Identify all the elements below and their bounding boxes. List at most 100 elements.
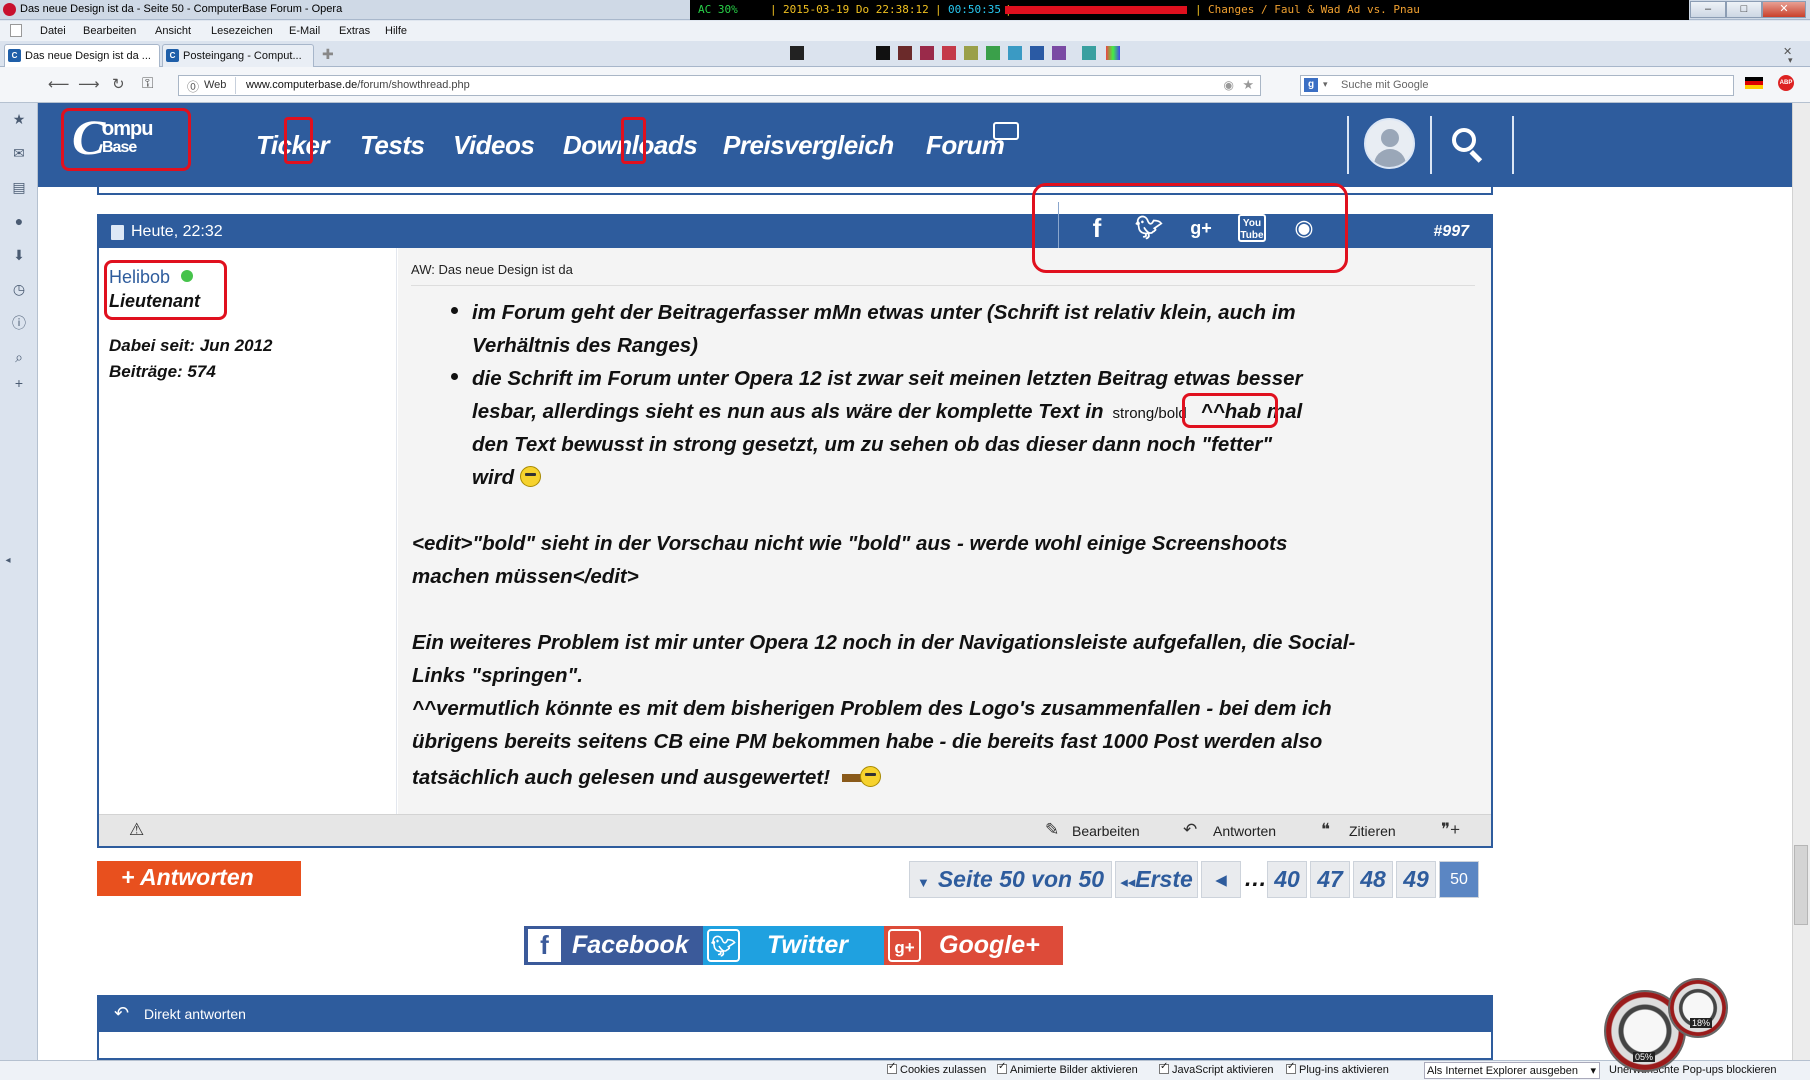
menu-datei[interactable]: Datei — [40, 25, 66, 37]
scrollbar-thumb[interactable] — [1794, 845, 1808, 925]
tab-list-icon[interactable]: ▾ — [1788, 55, 1793, 66]
tab-design-thread[interactable]: C Das neue Design ist da ... — [4, 44, 160, 67]
now-playing: Changes / Faul & Wad Ad vs. Pnau — [1208, 3, 1420, 16]
address-toolbar: ⟵ ⟶ ↻ ⚿ Web www.computerbase.de/forum/sh… — [0, 67, 1810, 103]
page-49[interactable]: 49 — [1396, 861, 1436, 898]
cookies-label: Cookies zulassen — [900, 1064, 987, 1076]
annotation-strong-bold — [1182, 393, 1278, 428]
notes-icon[interactable]: ▤ — [11, 179, 27, 195]
report-warning-icon[interactable]: ⚠ — [129, 820, 144, 840]
menu-hilfe[interactable]: Hilfe — [385, 25, 407, 37]
maximize-button[interactable]: □ — [1726, 1, 1762, 18]
post-text-line: im Forum geht der Beitragerfasser mMn et… — [472, 301, 1296, 324]
search-panel-icon[interactable]: ⌕ — [11, 349, 27, 365]
plugins-toggle[interactable]: Plug-ins aktivieren — [1286, 1061, 1389, 1076]
forum-bubble-icon — [993, 122, 1019, 140]
google-search-icon: g — [1304, 78, 1318, 92]
engine-dropdown-icon[interactable]: ▾ — [1323, 79, 1328, 90]
contacts-icon[interactable]: ● — [11, 213, 27, 229]
site-search-icon[interactable] — [1452, 128, 1486, 163]
menu-ansicht[interactable]: Ansicht — [155, 25, 191, 37]
forward-icon[interactable]: ⟶ — [78, 75, 100, 93]
reload-icon[interactable]: ↻ — [112, 75, 125, 93]
url-host: www.computerbase.de — [246, 79, 358, 91]
back-icon[interactable]: ⟵ — [48, 75, 70, 93]
checkbox[interactable] — [1159, 1061, 1169, 1074]
chevron-down-icon: ▾ — [1590, 1065, 1596, 1077]
checkbox[interactable] — [1286, 1061, 1296, 1074]
german-flag-icon[interactable] — [1745, 77, 1763, 89]
info-icon[interactable]: ⓘ — [11, 315, 27, 331]
user-avatar-icon[interactable] — [1364, 118, 1415, 169]
post-subject: AW: Das neue Design ist da — [411, 262, 573, 277]
page-50-current: 50 — [1439, 861, 1479, 898]
nav-videos[interactable]: Videos — [453, 130, 535, 161]
key-icon[interactable]: ⚿ — [142, 75, 153, 92]
javascript-toggle[interactable]: JavaScript aktivieren — [1159, 1061, 1274, 1076]
dropdown-arrow-icon: ▼ — [916, 875, 930, 890]
menu-email[interactable]: E-Mail — [289, 25, 320, 37]
adblock-icon[interactable]: ABP — [1778, 75, 1794, 91]
share-google-button[interactable]: g+ Google+ — [884, 926, 1063, 965]
menu-lesezeichen[interactable]: Lesezeichen — [211, 25, 273, 37]
web-badge: Web — [182, 77, 236, 95]
identify-as-select[interactable]: Als Internet Explorer ausgeben ▾ — [1424, 1062, 1600, 1079]
window-controls: – □ ✕ — [1690, 0, 1808, 20]
bullet-icon — [451, 307, 458, 314]
prev-page-button[interactable]: ◂ — [1201, 861, 1241, 898]
post-text-line: wird — [472, 461, 541, 494]
mail-icon[interactable]: ✉ — [11, 145, 27, 161]
header-divider — [1512, 116, 1514, 174]
history-icon[interactable]: ◷ — [11, 281, 27, 297]
nav-preisvergleich[interactable]: Preisvergleich — [723, 130, 894, 161]
url-path: /forum/showthread.php — [357, 79, 470, 91]
reply-button[interactable]: + Antworten — [97, 861, 301, 896]
post-text-fragment: lesbar, allerdings sieht es nun aus als … — [472, 400, 1104, 423]
reply-arrow-icon[interactable]: ↶ — [1183, 820, 1197, 840]
rss-feed-icon[interactable]: ◉ — [1224, 78, 1234, 92]
page-47[interactable]: 47 — [1310, 861, 1350, 898]
share-facebook-button[interactable]: f Facebook — [524, 926, 703, 965]
search-input[interactable]: g ▾ Suche mit Google — [1300, 75, 1734, 96]
post-document-icon — [111, 225, 124, 240]
page-40[interactable]: 40 — [1267, 861, 1307, 898]
page-jump-dropdown[interactable]: ▼ Seite 50 von 50 — [909, 861, 1112, 898]
checkbox[interactable] — [997, 1061, 1007, 1074]
quick-reply-header[interactable]: ↶ Direkt antworten — [99, 997, 1491, 1032]
panel-collapse-icon[interactable]: ◂ — [0, 553, 16, 569]
tab-label: Das neue Design ist da ... — [25, 50, 151, 62]
page-48[interactable]: 48 — [1353, 861, 1393, 898]
nav-tests[interactable]: Tests — [360, 130, 425, 161]
downloads-icon[interactable]: ⬇ — [11, 247, 27, 263]
minimize-button[interactable]: – — [1690, 1, 1726, 18]
multiquote-icon[interactable]: ❞+ — [1441, 820, 1460, 840]
bookmarks-icon[interactable]: ★ — [11, 111, 27, 127]
first-page-button[interactable]: ◂◂Erste — [1115, 861, 1198, 898]
smiley-icon — [519, 466, 541, 487]
edit-button[interactable]: Bearbeiten — [1072, 823, 1140, 839]
address-field[interactable]: Web www.computerbase.de/forum/showthread… — [178, 75, 1261, 96]
animated-images-toggle[interactable]: Animierte Bilder aktivieren — [997, 1061, 1138, 1076]
cookies-toggle[interactable]: Cookies zulassen — [887, 1061, 987, 1076]
close-button[interactable]: ✕ — [1762, 1, 1806, 18]
reply-link[interactable]: Antworten — [1213, 823, 1276, 839]
plugins-label: Plug-ins aktivieren — [1299, 1064, 1389, 1076]
add-panel-icon[interactable]: + — [11, 375, 27, 391]
first-page-icon: ◂◂ — [1120, 874, 1136, 891]
new-tab-icon[interactable]: ✚ — [322, 46, 334, 63]
menu-bearbeiten[interactable]: Bearbeiten — [83, 25, 136, 37]
header-divider — [1430, 116, 1432, 174]
checkbox[interactable] — [887, 1061, 897, 1074]
post-text-line: machen müssen</edit> — [412, 565, 639, 588]
subject-divider — [411, 285, 1475, 286]
annotation-author — [104, 260, 227, 320]
post-number[interactable]: #997 — [1433, 223, 1469, 241]
share-twitter-button[interactable]: 🐦︎ Twitter — [703, 926, 884, 965]
status-bar: Cookies zulassen Animierte Bilder aktivi… — [0, 1060, 1810, 1080]
quote-icon[interactable]: ❝ — [1321, 820, 1330, 840]
bookmark-star-icon[interactable]: ★ — [1242, 77, 1254, 93]
menu-extras[interactable]: Extras — [339, 25, 370, 37]
edit-pencil-icon[interactable]: ✎ — [1045, 820, 1059, 840]
quote-button[interactable]: Zitieren — [1349, 823, 1396, 839]
tab-posteingang[interactable]: C Posteingang - Comput... — [162, 44, 314, 67]
